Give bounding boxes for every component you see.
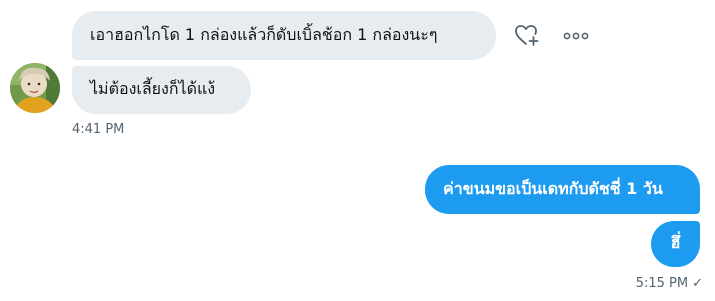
- incoming-message[interactable]: ไม่ต้องเลี้ยงก็ได้แง้: [72, 66, 251, 114]
- outgoing-timestamp-row: 5:15 PM ✓: [636, 276, 703, 292]
- more-horizontal-icon: [563, 32, 589, 40]
- outgoing-message[interactable]: ฮึ่: [651, 221, 700, 267]
- react-button[interactable]: [510, 19, 544, 53]
- message-text: ไม่ต้องเลี้ยงก็ได้แง้: [90, 79, 216, 98]
- outgoing-timestamp: 5:15 PM: [635, 276, 689, 291]
- avatar-image: [10, 63, 60, 113]
- heart-plus-icon: [515, 25, 539, 46]
- outgoing-message[interactable]: ค่าขนมขอเป็นเดทกับดัชชี่ 1 วัน: [425, 165, 700, 214]
- checkmark-icon: ✓: [692, 276, 703, 291]
- avatar[interactable]: [10, 63, 60, 113]
- incoming-message[interactable]: เอาฮอกไกโด 1 กล่องแล้วก็ดับเบิ้ลช้อก 1 ก…: [72, 11, 496, 60]
- message-text: ค่าขนมขอเป็นเดทกับดัชชี่ 1 วัน: [443, 179, 663, 198]
- incoming-timestamp: 4:41 PM: [72, 122, 125, 137]
- more-button[interactable]: [559, 19, 593, 53]
- message-text: เอาฮอกไกโด 1 กล่องแล้วก็ดับเบิ้ลช้อก 1 ก…: [90, 25, 438, 44]
- message-text: ฮึ่: [670, 233, 681, 252]
